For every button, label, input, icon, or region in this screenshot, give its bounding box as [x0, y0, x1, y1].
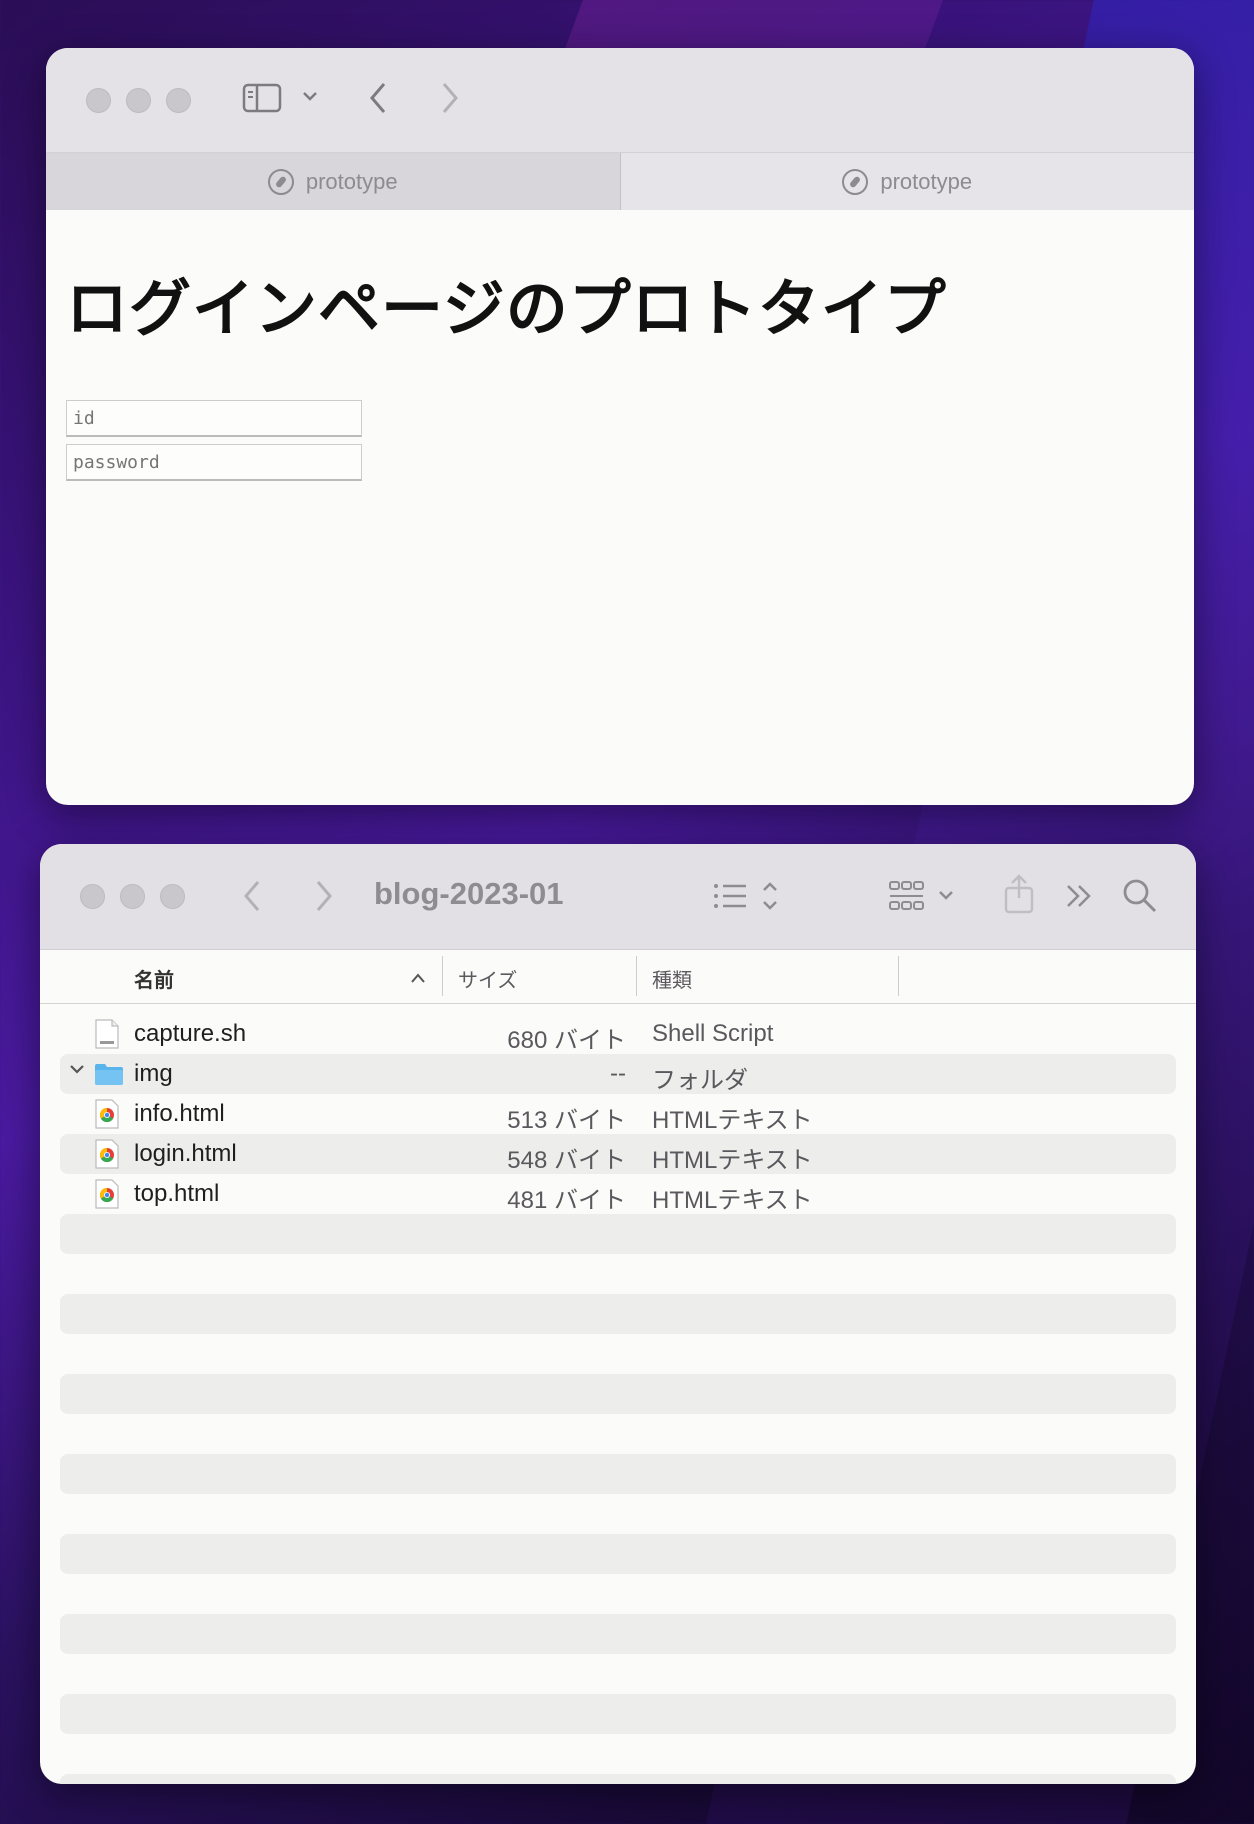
folder-icon: [94, 1062, 123, 1092]
minimize-button[interactable]: [120, 884, 145, 909]
tab-prototype-active[interactable]: prototype: [46, 153, 621, 210]
file-name: top.html: [134, 1180, 220, 1207]
page-title: ログインページのプロトタイプ: [66, 272, 947, 345]
chevron-right-icon[interactable]: [312, 876, 336, 916]
shell-script-icon: [94, 1019, 120, 1049]
file-size: 481 バイト: [507, 1187, 626, 1214]
list-item[interactable]: info.html 513 バイト HTMLテキスト: [60, 1094, 1176, 1134]
id-input[interactable]: [66, 400, 362, 437]
empty-row: [60, 1414, 1176, 1454]
file-kind: HTMLテキスト: [652, 1107, 813, 1134]
empty-row: [60, 1734, 1176, 1774]
chevron-down-icon[interactable]: [300, 86, 320, 106]
column-header: 名前 サイズ 種類: [40, 950, 1196, 1004]
empty-row: [60, 1694, 1176, 1734]
empty-row: [60, 1214, 1176, 1254]
column-name-header[interactable]: 名前: [134, 964, 174, 993]
file-kind: HTMLテキスト: [652, 1187, 813, 1214]
column-divider[interactable]: [442, 956, 443, 996]
empty-row: [60, 1374, 1176, 1414]
more-icon[interactable]: [1064, 882, 1094, 910]
chrome-doc-icon: [94, 1099, 120, 1129]
disclosure-chevron-icon[interactable]: [68, 1060, 86, 1084]
tab-label: prototype: [305, 168, 398, 194]
empty-row: [60, 1654, 1176, 1694]
empty-row: [60, 1454, 1176, 1494]
tab-label: prototype: [880, 168, 973, 194]
list-view-icon[interactable]: [712, 880, 782, 914]
file-size: --: [610, 1060, 626, 1087]
close-button[interactable]: [86, 88, 111, 113]
share-icon[interactable]: [1002, 872, 1036, 916]
file-size: 680 バイト: [507, 1027, 626, 1054]
finder-toolbar: blog-2023-01: [40, 844, 1196, 950]
column-size-header[interactable]: サイズ: [458, 964, 517, 993]
file-name: info.html: [134, 1100, 225, 1127]
file-kind: HTMLテキスト: [652, 1147, 813, 1174]
empty-row: [60, 1534, 1176, 1574]
sort-ascending-icon[interactable]: [409, 968, 427, 991]
sidebar-icon[interactable]: [242, 82, 282, 114]
file-name: login.html: [134, 1140, 237, 1167]
close-button[interactable]: [80, 884, 105, 909]
search-icon[interactable]: [1122, 878, 1158, 914]
empty-row: [60, 1614, 1176, 1654]
chrome-doc-icon: [94, 1139, 120, 1169]
folder-title: blog-2023-01: [374, 876, 564, 911]
list-item[interactable]: login.html 548 バイト HTMLテキスト: [60, 1134, 1176, 1174]
empty-row: [60, 1574, 1176, 1614]
empty-row: [60, 1494, 1176, 1534]
file-name: img: [134, 1060, 173, 1087]
compass-icon: [842, 168, 869, 195]
empty-row: [60, 1254, 1176, 1294]
file-kind: Shell Script: [652, 1020, 774, 1047]
list-item[interactable]: capture.sh 680 バイト Shell Script: [60, 1014, 1176, 1054]
column-kind-header[interactable]: 種類: [652, 964, 692, 993]
empty-row: [60, 1294, 1176, 1334]
compass-icon: [267, 168, 294, 195]
file-kind: フォルダ: [652, 1067, 748, 1094]
zoom-button[interactable]: [166, 88, 191, 113]
browser-window: prototype prototype ログインページのプロトタイプ: [46, 48, 1194, 805]
tab-prototype[interactable]: prototype: [620, 153, 1194, 210]
file-size: 548 バイト: [507, 1147, 626, 1174]
file-list: capture.sh 680 バイト Shell Script img -- フ…: [40, 1004, 1196, 1784]
page-content: ログインページのプロトタイプ: [46, 210, 1194, 481]
password-input[interactable]: [66, 444, 362, 481]
list-item[interactable]: img -- フォルダ: [60, 1054, 1176, 1094]
finder-window: blog-2023-01 名前 サイズ 種類 capture.sh 680 バイ…: [40, 844, 1196, 1784]
chrome-doc-icon: [94, 1179, 120, 1209]
window-controls: [80, 884, 185, 909]
window-controls: [86, 88, 191, 113]
zoom-button[interactable]: [160, 884, 185, 909]
group-icon[interactable]: [888, 878, 964, 916]
file-name: capture.sh: [134, 1020, 247, 1047]
login-form: [66, 400, 1174, 481]
empty-row: [60, 1774, 1176, 1784]
chevron-right-icon[interactable]: [438, 78, 462, 118]
column-divider[interactable]: [898, 956, 899, 996]
file-size: 513 バイト: [507, 1107, 626, 1134]
column-divider[interactable]: [636, 956, 637, 996]
list-item[interactable]: top.html 481 バイト HTMLテキスト: [60, 1174, 1176, 1214]
chevron-left-icon[interactable]: [240, 876, 264, 916]
browser-toolbar: [46, 48, 1194, 152]
minimize-button[interactable]: [126, 88, 151, 113]
chevron-left-icon[interactable]: [366, 78, 390, 118]
tab-bar: prototype prototype: [46, 152, 1194, 210]
empty-row: [60, 1334, 1176, 1374]
